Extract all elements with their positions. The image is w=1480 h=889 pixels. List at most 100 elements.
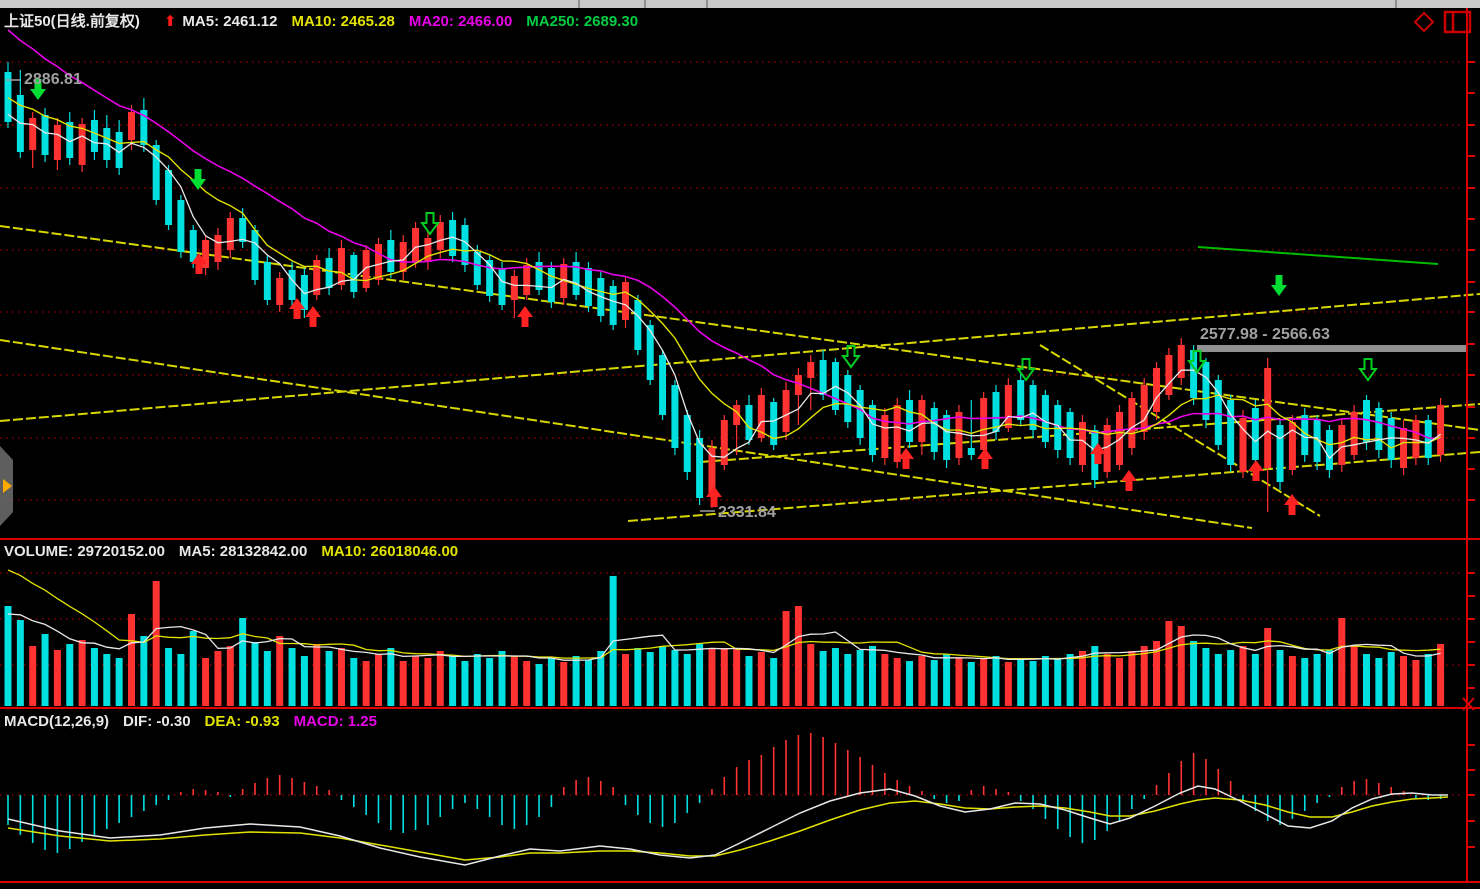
candle-body[interactable] <box>387 240 394 272</box>
volume-bar[interactable] <box>1338 618 1345 706</box>
volume-bar[interactable] <box>746 656 753 706</box>
volume-bar[interactable] <box>869 646 876 706</box>
candle-body[interactable] <box>1375 408 1382 450</box>
candle-body[interactable] <box>1017 380 1024 420</box>
volume-bar[interactable] <box>820 651 827 706</box>
candle-body[interactable] <box>1412 420 1419 458</box>
volume-bar[interactable] <box>214 651 221 706</box>
volume-bar[interactable] <box>499 651 506 706</box>
volume-bar[interactable] <box>227 646 234 706</box>
candle-body[interactable] <box>227 218 234 250</box>
volume-bar[interactable] <box>1165 621 1172 706</box>
volume-bar[interactable] <box>363 661 370 706</box>
candle-body[interactable] <box>1338 425 1345 465</box>
candle-body[interactable] <box>1128 398 1135 448</box>
volume-bar[interactable] <box>153 581 160 706</box>
volume-bar[interactable] <box>1363 654 1370 706</box>
candle-body[interactable] <box>622 282 629 320</box>
volume-bar[interactable] <box>116 658 123 706</box>
volume-bar[interactable] <box>918 656 925 706</box>
volume-bar[interactable] <box>1190 641 1197 706</box>
volume-bar[interactable] <box>807 644 814 706</box>
volume-bar[interactable] <box>511 656 518 706</box>
volume-bar[interactable] <box>968 662 975 706</box>
candle-body[interactable] <box>276 278 283 305</box>
volume-bar[interactable] <box>1227 650 1234 706</box>
volume-bar[interactable] <box>1351 646 1358 706</box>
candle-body[interactable] <box>894 405 901 462</box>
candle-body[interactable] <box>671 385 678 448</box>
volume-bar[interactable] <box>42 634 49 706</box>
volume-bar[interactable] <box>486 658 493 706</box>
volume-bar[interactable] <box>54 650 61 706</box>
volume-bar[interactable] <box>659 646 666 706</box>
candle-body[interactable] <box>177 200 184 252</box>
candle-body[interactable] <box>696 438 703 498</box>
volume-bar[interactable] <box>696 644 703 706</box>
candle-body[interactable] <box>721 420 728 465</box>
volume-bar[interactable] <box>289 648 296 706</box>
volume-bar[interactable] <box>573 656 580 706</box>
volume-bar[interactable] <box>387 648 394 706</box>
volume-bar[interactable] <box>622 654 629 706</box>
candle-body[interactable] <box>1437 405 1444 455</box>
volume-bar[interactable] <box>252 642 259 706</box>
volume-bar[interactable] <box>1277 650 1284 706</box>
volume-bar[interactable] <box>66 644 73 706</box>
volume-bar[interactable] <box>1116 658 1123 706</box>
candle-body[interactable] <box>54 125 61 160</box>
volume-bar[interactable] <box>400 661 407 706</box>
volume-bar[interactable] <box>671 650 678 706</box>
volume-bar[interactable] <box>338 648 345 706</box>
volume-bar[interactable] <box>1079 651 1086 706</box>
candle-body[interactable] <box>610 286 617 325</box>
candle-body[interactable] <box>634 300 641 350</box>
volume-bar[interactable] <box>1104 654 1111 706</box>
volume-bar[interactable] <box>684 654 691 706</box>
candle-body[interactable] <box>1326 430 1333 470</box>
candle-body[interactable] <box>746 405 753 440</box>
volume-bar[interactable] <box>770 658 777 706</box>
candle-body[interactable] <box>214 235 221 262</box>
candle-body[interactable] <box>1042 395 1049 442</box>
volume-bar[interactable] <box>1128 651 1135 706</box>
candle-body[interactable] <box>1005 385 1012 428</box>
volume-bar[interactable] <box>585 660 592 706</box>
candle-body[interactable] <box>1289 422 1296 470</box>
candle-body[interactable] <box>968 448 975 455</box>
volume-bar[interactable] <box>980 659 987 706</box>
volume-bar[interactable] <box>708 648 715 706</box>
candle-body[interactable] <box>375 244 382 280</box>
volume-bar[interactable] <box>1375 658 1382 706</box>
candle-body[interactable] <box>869 405 876 455</box>
volume-bar[interactable] <box>1289 656 1296 706</box>
volume-bar[interactable] <box>79 640 86 706</box>
volume-bar[interactable] <box>906 661 913 706</box>
candle-body[interactable] <box>79 124 86 165</box>
volume-bar[interactable] <box>1030 661 1037 706</box>
candle-body[interactable] <box>1153 368 1160 412</box>
volume-bar[interactable] <box>1042 656 1049 706</box>
volume-bar[interactable] <box>955 658 962 706</box>
candle-body[interactable] <box>906 400 913 442</box>
candle-body[interactable] <box>29 118 36 150</box>
candle-body[interactable] <box>807 362 814 378</box>
candle-body[interactable] <box>1425 420 1432 458</box>
candle-body[interactable] <box>1388 418 1395 460</box>
candle-body[interactable] <box>548 268 555 302</box>
volume-bar[interactable] <box>1400 656 1407 706</box>
volume-bar[interactable] <box>1252 654 1259 706</box>
candle-body[interactable] <box>350 255 357 292</box>
volume-bar[interactable] <box>140 636 147 706</box>
volume-bar[interactable] <box>177 654 184 706</box>
volume-bar[interactable] <box>894 658 901 706</box>
volume-bar[interactable] <box>1264 628 1271 706</box>
volume-bar[interactable] <box>165 648 172 706</box>
candle-body[interactable] <box>1141 385 1148 432</box>
volume-bar[interactable] <box>1202 648 1209 706</box>
candle-body[interactable] <box>165 170 172 225</box>
candle-body[interactable] <box>499 268 506 305</box>
volume-bar[interactable] <box>449 656 456 706</box>
volume-bar[interactable] <box>276 636 283 706</box>
candle-body[interactable] <box>943 415 950 460</box>
